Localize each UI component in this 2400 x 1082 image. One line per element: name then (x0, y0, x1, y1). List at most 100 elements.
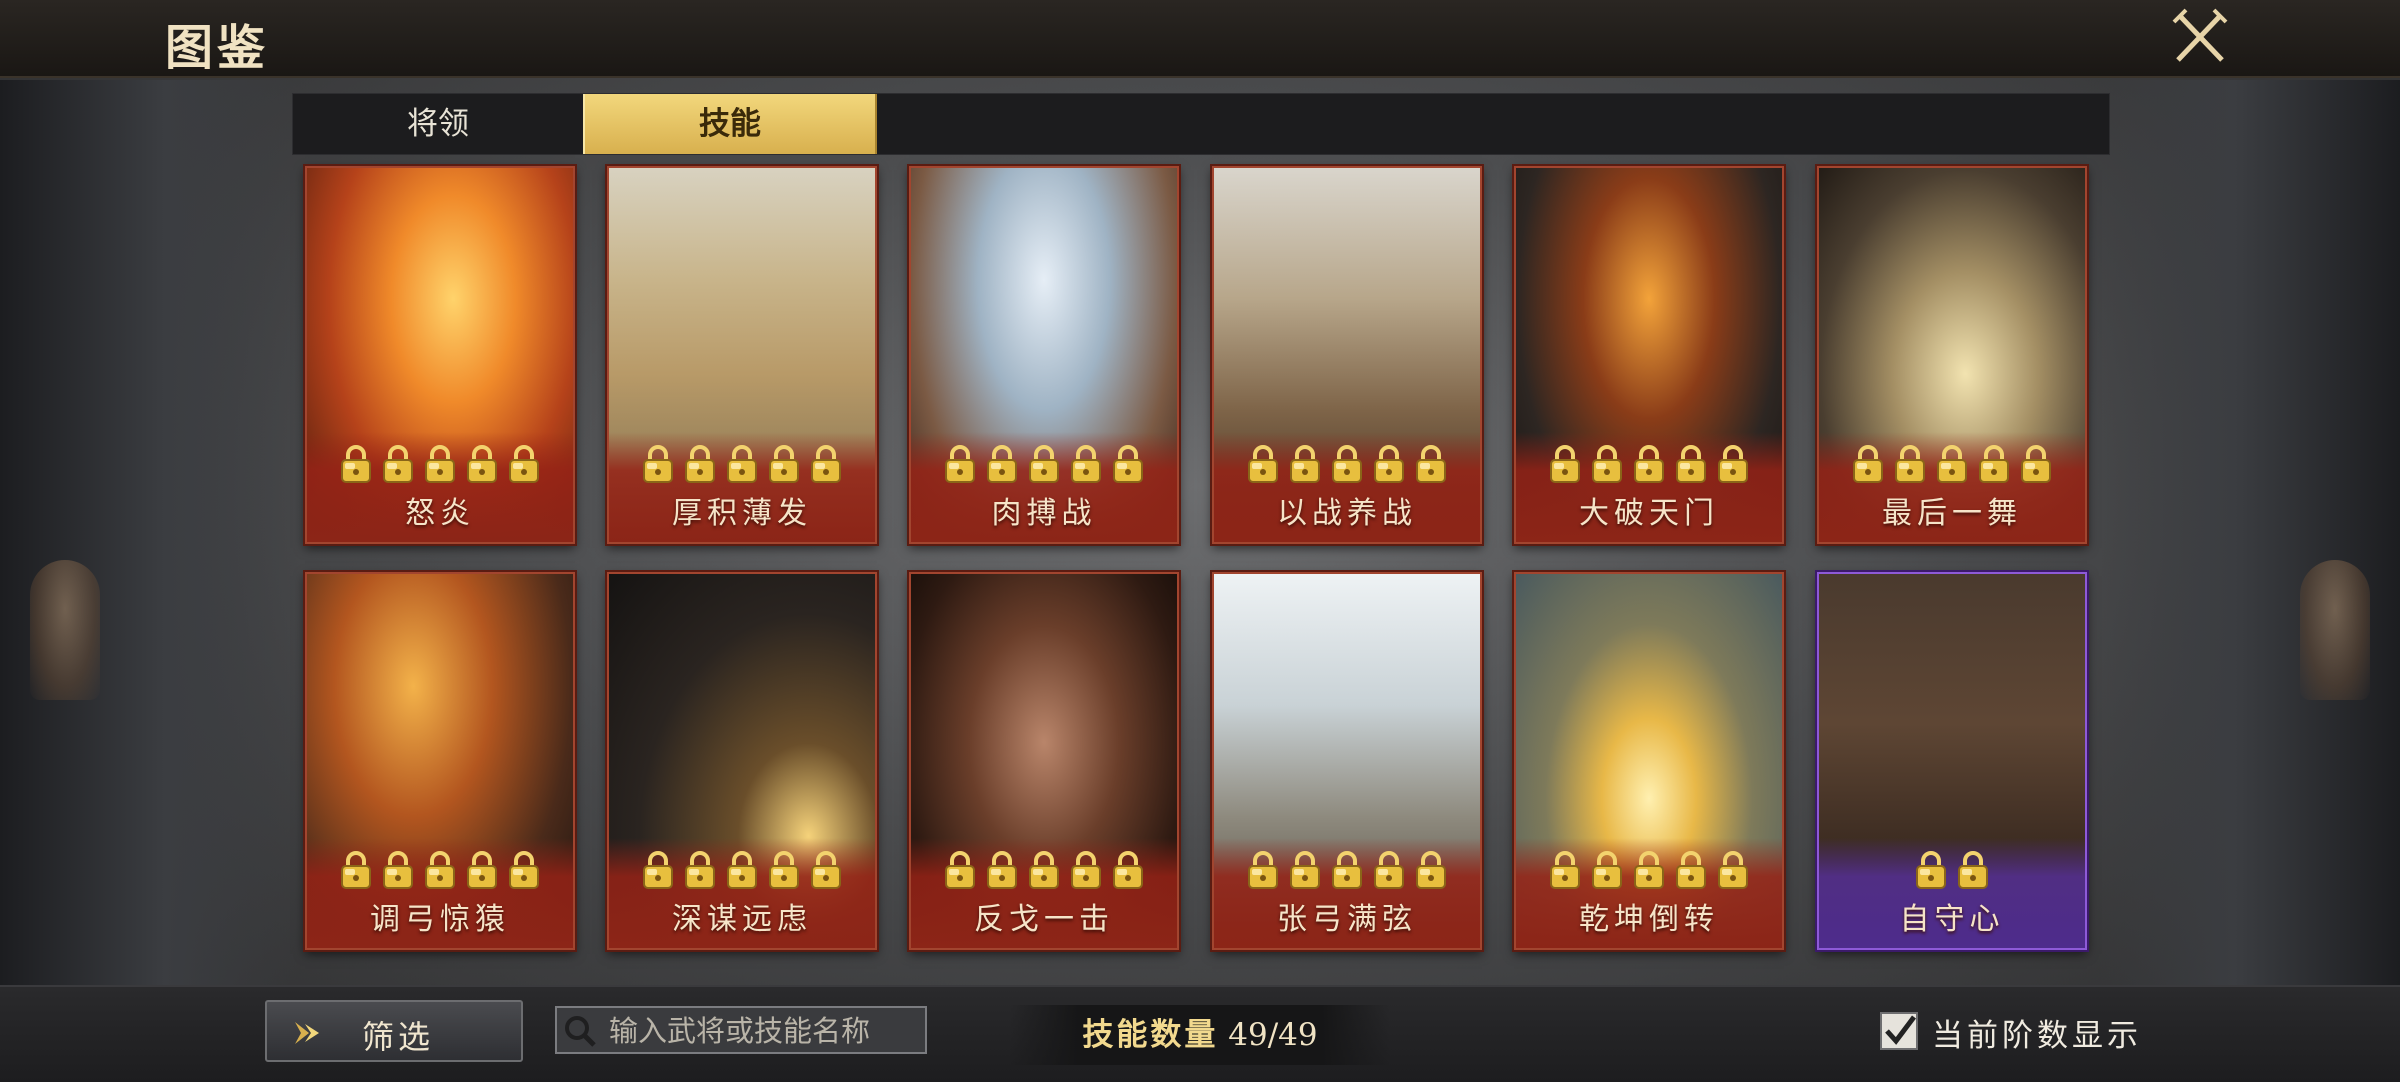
gold-lock-icon (425, 445, 455, 483)
gold-lock-icon (1550, 445, 1580, 483)
gold-lock-icon (383, 445, 413, 483)
gold-lock-icon (945, 851, 975, 889)
gold-lock-icon (1550, 851, 1580, 889)
gold-lock-icon (1979, 445, 2009, 483)
search-box[interactable] (555, 1006, 927, 1054)
skill-card[interactable]: 大破天门 (1514, 166, 1784, 544)
skill-card[interactable]: 以战养战 (1212, 166, 1482, 544)
gold-lock-icon (1248, 445, 1278, 483)
skill-count: 技能数量 49/49 (1010, 1005, 1390, 1065)
background-left-curtain (0, 80, 300, 985)
skill-card[interactable]: 怒炎 (305, 166, 575, 544)
gold-lock-icon (1374, 445, 1404, 483)
search-icon (565, 1016, 596, 1047)
gold-lock-icon (811, 445, 841, 483)
background-lamp (2300, 560, 2370, 700)
skill-card[interactable]: 厚积薄发 (607, 166, 877, 544)
gold-lock-icon (509, 851, 539, 889)
gold-lock-icon (467, 445, 497, 483)
gold-lock-icon (1113, 445, 1143, 483)
checkbox[interactable] (1880, 1012, 1918, 1050)
skill-card[interactable]: 反戈一击 (909, 572, 1179, 950)
gold-lock-icon (1592, 445, 1622, 483)
gold-lock-icon (467, 851, 497, 889)
close-button[interactable] (2170, 8, 2230, 68)
gold-lock-icon (1374, 851, 1404, 889)
skill-card[interactable]: 深谋远虑 (607, 572, 877, 950)
gold-lock-icon (1071, 445, 1101, 483)
skill-card[interactable]: 张弓满弦 (1212, 572, 1482, 950)
gold-lock-icon (341, 851, 371, 889)
gold-lock-icon (685, 851, 715, 889)
skill-card-name: 调弓惊猿 (370, 902, 510, 937)
gold-lock-icon (643, 445, 673, 483)
gold-lock-icon (1676, 851, 1706, 889)
skill-card[interactable]: 肉搏战 (909, 166, 1179, 544)
skill-card[interactable]: 乾坤倒转 (1514, 572, 1784, 950)
gold-lock-icon (1718, 851, 1748, 889)
lock-row (1516, 444, 1782, 484)
gold-lock-icon (1071, 851, 1101, 889)
lock-row (609, 444, 875, 484)
skill-card-name: 肉搏战 (991, 496, 1097, 531)
skill-card-name: 厚积薄发 (672, 496, 812, 531)
page-title: 图鉴 (165, 20, 270, 76)
skill-card-name: 自守心 (1899, 902, 2005, 937)
filter-label: 筛选 (362, 1018, 435, 1056)
lock-row (1214, 444, 1480, 484)
skill-card-name: 乾坤倒转 (1579, 902, 1719, 937)
skill-card[interactable]: 调弓惊猿 (305, 572, 575, 950)
gold-lock-icon (1290, 445, 1320, 483)
crossed-swords-close-icon (2172, 8, 2228, 62)
skill-count-label: 技能数量 (1082, 1017, 1219, 1053)
tab-skills[interactable]: 技能 (583, 94, 877, 154)
gold-lock-icon (1416, 851, 1446, 889)
gold-lock-icon (1937, 445, 1967, 483)
gold-lock-icon (1895, 445, 1925, 483)
gold-lock-icon (727, 445, 757, 483)
gold-lock-icon (1916, 851, 1946, 889)
gold-lock-icon (1332, 851, 1362, 889)
skill-card-name: 深谋远虑 (672, 902, 812, 937)
search-input[interactable] (607, 1010, 921, 1052)
gold-lock-icon (1592, 851, 1622, 889)
gold-lock-icon (987, 445, 1017, 483)
filter-button[interactable]: 筛选 (265, 1000, 523, 1062)
gold-lock-icon (425, 851, 455, 889)
lock-row (307, 850, 573, 890)
gold-lock-icon (1290, 851, 1320, 889)
gold-lock-icon (1248, 851, 1278, 889)
lock-row (1214, 850, 1480, 890)
skill-card-name: 怒炎 (405, 496, 475, 531)
gold-lock-icon (1416, 445, 1446, 483)
tab-generals[interactable]: 将领 (293, 94, 583, 154)
lock-row (911, 850, 1177, 890)
gold-lock-icon (643, 851, 673, 889)
tab-bar: 将领 技能 (292, 93, 2110, 155)
gold-lock-icon (685, 445, 715, 483)
skill-card-name: 最后一舞 (1882, 496, 2022, 531)
gold-lock-icon (1113, 851, 1143, 889)
gold-lock-icon (1958, 851, 1988, 889)
lock-row (609, 850, 875, 890)
gold-lock-icon (727, 851, 757, 889)
gold-lock-icon (1029, 445, 1059, 483)
skill-card-name: 大破天门 (1579, 496, 1719, 531)
gold-lock-icon (1332, 445, 1362, 483)
lock-row (1819, 444, 2085, 484)
checkmark-icon (1885, 1015, 1916, 1045)
skill-card-name: 反戈一击 (974, 902, 1114, 937)
gold-lock-icon (1634, 445, 1664, 483)
skill-card[interactable]: 自守心 (1817, 572, 2087, 950)
gold-lock-icon (1676, 445, 1706, 483)
gold-lock-icon (509, 445, 539, 483)
gold-lock-icon (1718, 445, 1748, 483)
skill-card-name: 以战养战 (1277, 496, 1417, 531)
lock-row (911, 444, 1177, 484)
skill-card[interactable]: 最后一舞 (1817, 166, 2087, 544)
gold-lock-icon (2021, 445, 2051, 483)
gold-lock-icon (987, 851, 1017, 889)
gold-lock-icon (1029, 851, 1059, 889)
lock-row (1516, 850, 1782, 890)
gold-lock-icon (1853, 445, 1883, 483)
